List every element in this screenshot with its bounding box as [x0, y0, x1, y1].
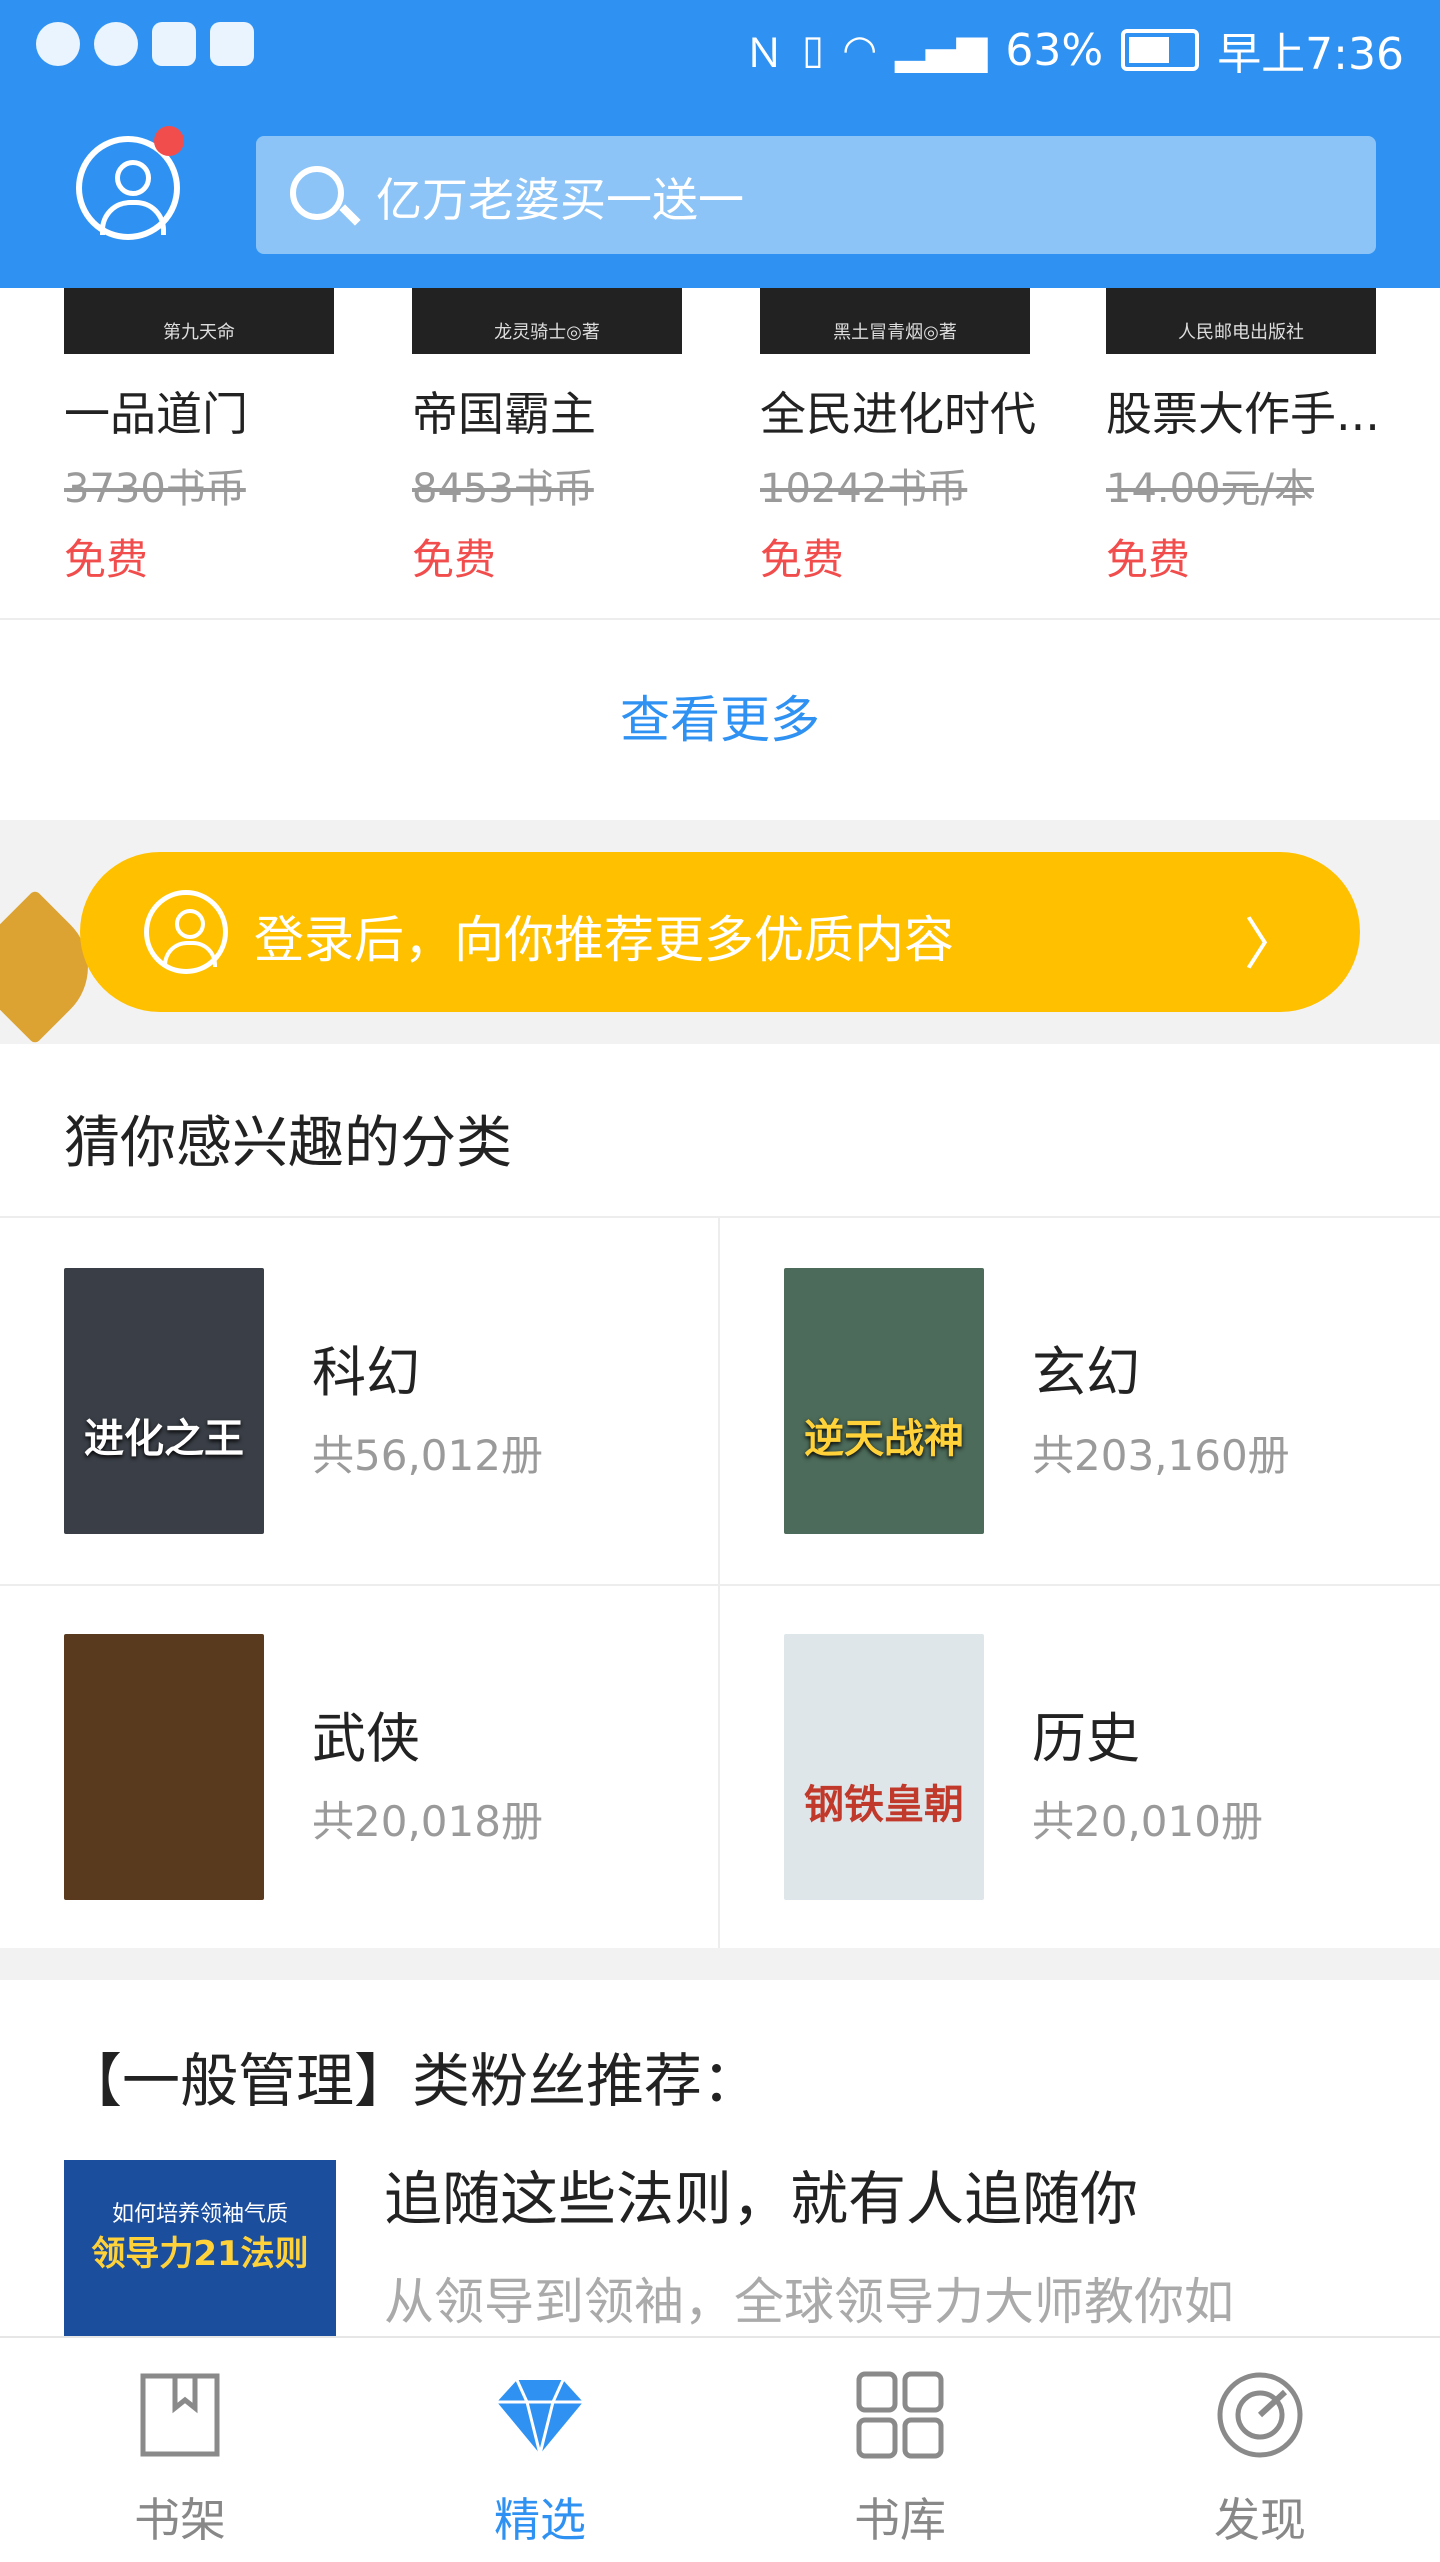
category-grid: 进化之王 科幻 共56,012册 逆天战神 玄幻 共203,160册 武侠 共2…	[0, 1216, 1440, 1950]
book-cover: 黑土冒青烟◎著	[760, 288, 1030, 354]
book-original-price: 3730书币	[64, 466, 246, 512]
category-count: 共20,018册	[312, 1797, 543, 1846]
recommended-book-cover[interactable]: 如何培养领袖气质 领导力21法则	[64, 2160, 336, 2340]
login-recommend-button[interactable]: 登录后，向你推荐更多优质内容 〉	[80, 852, 1360, 1012]
notification-icons	[36, 22, 254, 66]
glasses-notification-icon	[94, 22, 138, 66]
tab-featured[interactable]: 精选	[360, 2338, 720, 2562]
recommended-book-title[interactable]: 追随这些法则，就有人追随你	[384, 2152, 1138, 2236]
book-card[interactable]: 龙灵骑士◎著 帝国霸主 8453书币 免费	[412, 288, 732, 587]
qq-notification-icon	[152, 22, 196, 66]
tab-bookshelf[interactable]: 书架	[0, 2338, 360, 2562]
book-title: 一品道门	[64, 387, 248, 441]
category-name: 武侠	[312, 1707, 420, 1770]
book-free-label: 免费	[1106, 535, 1191, 584]
grid-icon	[856, 2371, 944, 2459]
search-bar[interactable]: 亿万老婆买一送一	[256, 136, 1376, 254]
compass-icon	[1217, 2372, 1303, 2458]
category-item-history[interactable]: 钢铁皇朝 历史 共20,010册	[720, 1584, 1440, 1950]
book-card[interactable]: 黑土冒青烟◎著 全民进化时代 10242书币 免费	[760, 288, 1080, 587]
category-cover: 进化之王	[64, 1268, 264, 1534]
book-original-price: 8453书币	[412, 466, 594, 512]
category-count: 共56,012册	[312, 1431, 543, 1480]
category-cover: 逆天战神	[784, 1268, 984, 1534]
category-cover	[64, 1634, 264, 1900]
weibo-notification-icon	[210, 22, 254, 66]
tab-library[interactable]: 书库	[720, 2338, 1080, 2562]
nfc-icon: Ｎ	[744, 31, 785, 77]
app-notification-icon	[36, 22, 80, 66]
divider	[0, 618, 1440, 620]
category-name: 玄幻	[1032, 1341, 1140, 1404]
status-bar: Ｎ ▯ ◠ ▂▄▆ 63% 早上7:36	[0, 0, 1440, 100]
book-title: 股票大作手...	[1106, 387, 1380, 441]
book-free-label: 免费	[760, 535, 845, 584]
tab-label: 书库	[854, 2493, 946, 2547]
book-cover: 人民邮电出版社	[1106, 288, 1376, 354]
book-free-label: 免费	[64, 535, 149, 584]
bookmark-book-icon	[140, 2373, 220, 2457]
book-cover: 第九天命	[64, 288, 334, 354]
category-name: 科幻	[312, 1341, 420, 1404]
search-icon	[290, 166, 344, 220]
chevron-right-icon: 〉	[1244, 913, 1300, 978]
user-icon	[144, 890, 228, 974]
section-title: 猜你感兴趣的分类	[64, 1111, 512, 1176]
free-books-row: 第九天命 一品道门 3730书币 免费 龙灵骑士◎著 帝国霸主 8453书币 免…	[0, 288, 1440, 618]
section-separator	[0, 1948, 1440, 1980]
see-more-link[interactable]: 查看更多	[0, 680, 1440, 752]
login-banner-section: 登录后，向你推荐更多优质内容 〉	[0, 820, 1440, 1045]
recommended-book-description: 从领导到领袖，全球领导力大师教你如	[384, 2273, 1234, 2331]
search-placeholder: 亿万老婆买一送一	[376, 173, 744, 227]
category-count: 共20,010册	[1032, 1797, 1263, 1846]
category-item-fantasy[interactable]: 逆天战神 玄幻 共203,160册	[720, 1218, 1440, 1584]
vibrate-icon: ▯	[802, 27, 825, 73]
book-original-price: 14.00元/本	[1106, 466, 1314, 512]
notification-badge	[154, 126, 184, 156]
tab-label: 书架	[134, 2493, 226, 2547]
tab-discover[interactable]: 发现	[1080, 2338, 1440, 2562]
app-header: Ｎ ▯ ◠ ▂▄▆ 63% 早上7:36 亿万老婆买一送一	[0, 0, 1440, 288]
bottom-navigation: 书架 精选 书库 发现	[0, 2336, 1440, 2562]
book-card[interactable]: 第九天命 一品道门 3730书币 免费	[64, 288, 384, 587]
battery-percent: 63%	[1005, 24, 1104, 76]
category-count: 共203,160册	[1032, 1431, 1290, 1480]
book-free-label: 免费	[412, 535, 497, 584]
category-cover: 钢铁皇朝	[784, 1634, 984, 1900]
battery-icon	[1121, 29, 1200, 71]
tab-label: 发现	[1214, 2493, 1306, 2547]
login-banner-text: 登录后，向你推荐更多优质内容	[254, 911, 954, 969]
diamond-icon	[497, 2379, 583, 2455]
book-title: 全民进化时代	[760, 387, 1036, 441]
category-item-wuxia[interactable]: 武侠 共20,018册	[0, 1584, 720, 1950]
book-title: 帝国霸主	[412, 387, 596, 441]
category-name: 历史	[1032, 1707, 1140, 1770]
status-right: Ｎ ▯ ◠ ▂▄▆ 63% 早上7:36	[744, 18, 1404, 82]
tab-label: 精选	[494, 2493, 586, 2547]
book-cover: 龙灵骑士◎著	[412, 288, 682, 354]
signal-icon: ▂▄▆	[895, 27, 988, 73]
book-original-price: 10242书币	[760, 466, 968, 512]
book-card[interactable]: 人民邮电出版社 股票大作手... 14.00元/本 免费	[1106, 288, 1426, 587]
clock: 早上7:36	[1217, 29, 1404, 80]
wifi-icon: ◠	[842, 27, 878, 73]
recommendation-title: 【一般管理】类粉丝推荐：	[64, 2047, 761, 2115]
category-item-scifi[interactable]: 进化之王 科幻 共56,012册	[0, 1218, 720, 1584]
